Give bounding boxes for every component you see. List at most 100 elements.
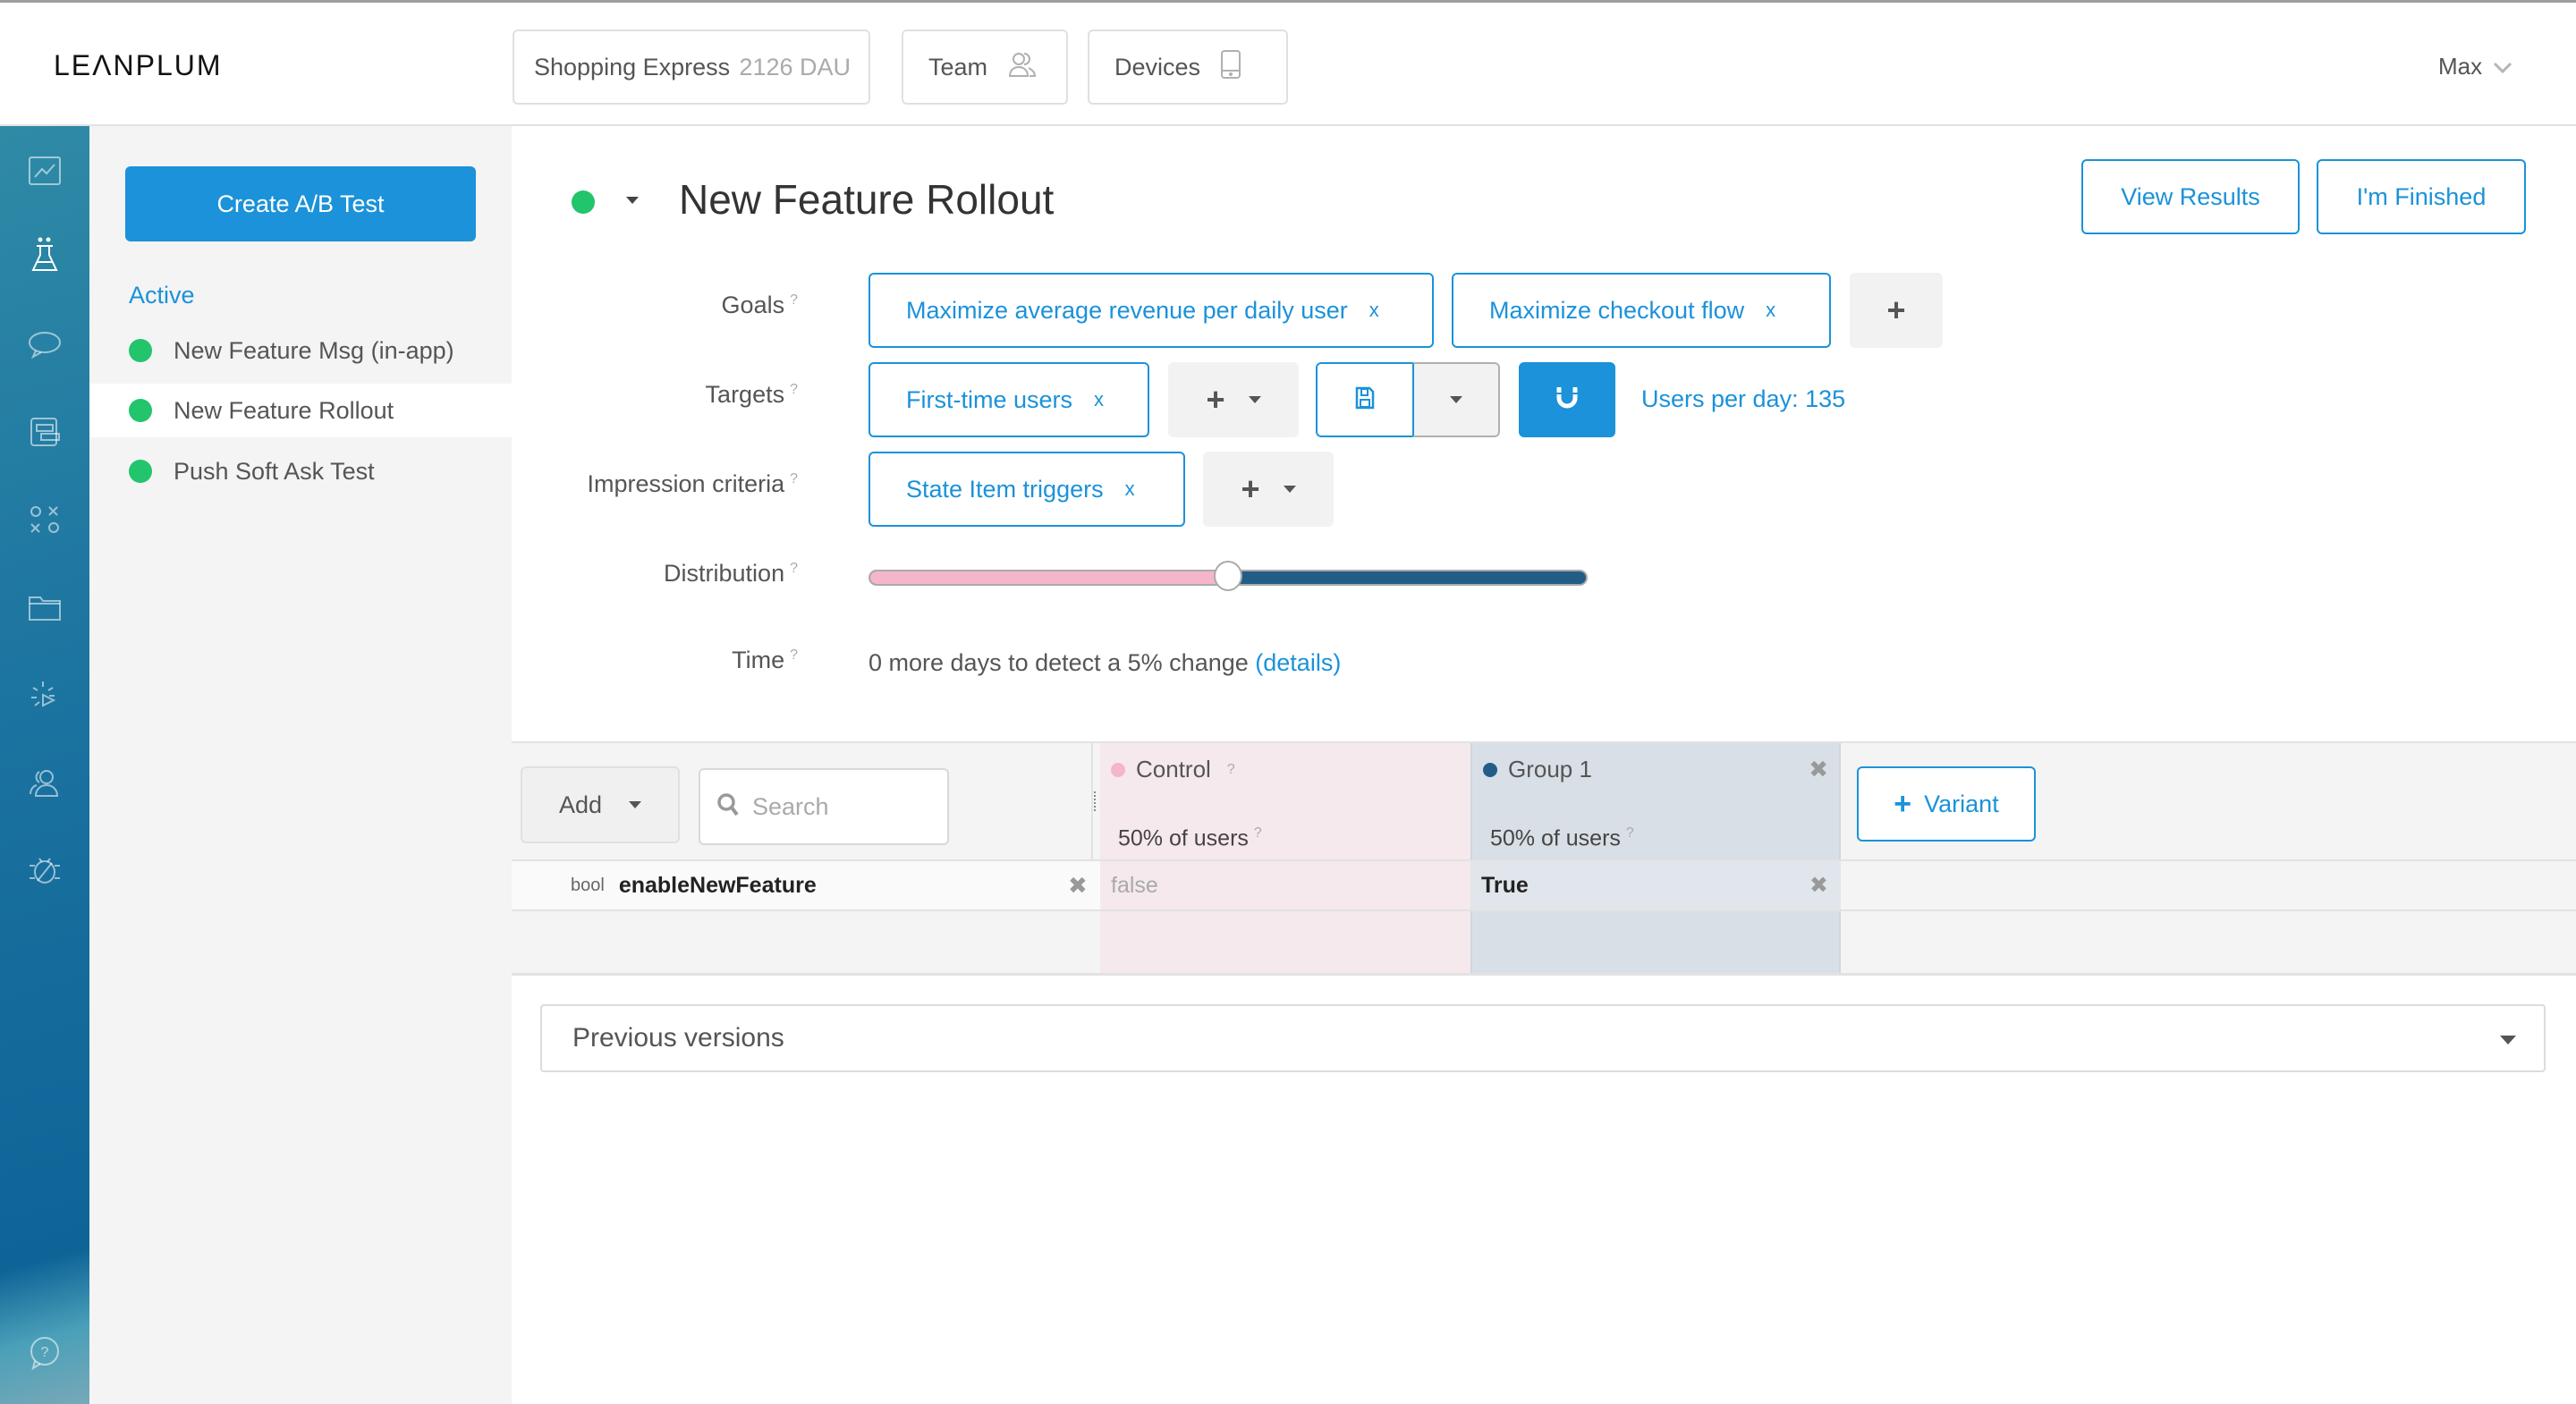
click-trigger-icon[interactable] bbox=[27, 677, 63, 713]
page-title[interactable]: New Feature Rollout bbox=[679, 175, 1054, 224]
remove-impression-icon[interactable]: x bbox=[1125, 478, 1135, 501]
save-segment-dropdown[interactable] bbox=[1412, 362, 1500, 437]
app-selector[interactable]: Shopping Express 2126 DAU bbox=[513, 30, 870, 105]
variant-name: Control bbox=[1136, 756, 1211, 782]
help-icon[interactable]: ? bbox=[790, 471, 798, 486]
save-segment-split-button bbox=[1316, 362, 1500, 437]
reset-value-icon[interactable]: ✖ bbox=[1809, 872, 1828, 899]
test-item[interactable]: New Feature Msg (in-app) bbox=[89, 324, 512, 377]
variant-name: Group 1 bbox=[1508, 756, 1592, 782]
remove-goal-icon[interactable]: x bbox=[1766, 299, 1775, 322]
variant-column-group-1: Group 1 ✖ 50% of users? bbox=[1470, 743, 1841, 973]
goal-chip[interactable]: Maximize checkout flow x bbox=[1452, 273, 1831, 348]
users-icon[interactable] bbox=[27, 765, 63, 800]
target-chip[interactable]: First-time users x bbox=[869, 362, 1149, 437]
impression-criteria-label: Impression criteria? bbox=[588, 470, 798, 498]
table-row: bool enableNewFeature ✖ false True ✖ bbox=[512, 859, 2576, 911]
variable-type: bool bbox=[571, 875, 605, 895]
help-icon[interactable]: ? bbox=[1227, 762, 1235, 778]
targets-label: Targets? bbox=[706, 381, 798, 409]
status-dropdown-caret-icon[interactable] bbox=[626, 197, 639, 204]
save-segment-button[interactable] bbox=[1316, 362, 1412, 437]
add-variable-dropdown[interactable]: Add bbox=[521, 766, 680, 843]
add-goal-button[interactable]: + bbox=[1850, 273, 1943, 348]
leanplum-logo[interactable]: LEΛNPLUM bbox=[54, 49, 223, 82]
messaging-icon[interactable] bbox=[27, 326, 63, 362]
add-variant-label: Variant bbox=[1924, 790, 1999, 817]
previous-versions-dropdown[interactable]: Previous versions bbox=[540, 1004, 2546, 1072]
variant-header[interactable]: Control? bbox=[1111, 756, 1235, 783]
variable-name-cell: bool enableNewFeature bbox=[512, 861, 1100, 909]
plus-icon: + bbox=[1241, 470, 1260, 507]
control-value-cell[interactable]: false bbox=[1100, 861, 1470, 909]
search-input[interactable] bbox=[752, 792, 931, 821]
details-link[interactable]: (details) bbox=[1255, 649, 1341, 676]
svg-text:?: ? bbox=[41, 1345, 49, 1360]
help-icon[interactable]: ? bbox=[790, 561, 798, 576]
help-icon[interactable]: ? bbox=[790, 647, 798, 663]
status-dot bbox=[129, 460, 152, 483]
previous-versions-label: Previous versions bbox=[572, 1023, 784, 1053]
remove-goal-icon[interactable]: x bbox=[1369, 299, 1379, 322]
active-section-title[interactable]: Active bbox=[129, 282, 195, 309]
help-icon[interactable]: ? bbox=[1254, 825, 1262, 841]
distribution-slider[interactable] bbox=[869, 561, 1588, 591]
column-resize-handle[interactable] bbox=[1094, 791, 1096, 811]
test-item-selected[interactable]: New Feature Rollout bbox=[89, 384, 512, 437]
variable-search bbox=[699, 768, 949, 845]
variant-column-control: Control? 50% of users? bbox=[1100, 743, 1470, 973]
add-impression-dropdown[interactable]: + bbox=[1203, 452, 1334, 527]
user-menu[interactable]: Max bbox=[2438, 53, 2512, 80]
column-divider bbox=[1091, 743, 1093, 859]
goals-label-text: Goals bbox=[721, 292, 785, 318]
variables-icon[interactable] bbox=[27, 414, 63, 450]
help-icon[interactable]: ? bbox=[790, 382, 798, 397]
tic-tac-toe-icon[interactable] bbox=[27, 502, 63, 537]
time-estimate: 0 more days to detect a 5% change (detai… bbox=[869, 649, 1341, 677]
app-name: Shopping Express bbox=[534, 53, 731, 80]
variant-share-text: 50% of users bbox=[1118, 825, 1249, 851]
caret-down-icon bbox=[1248, 396, 1261, 403]
floppy-disk-icon bbox=[1354, 385, 1376, 415]
goal-chip[interactable]: Maximize average revenue per daily user … bbox=[869, 273, 1434, 348]
debug-bug-icon[interactable] bbox=[27, 852, 63, 888]
remove-variable-icon[interactable]: ✖ bbox=[1068, 872, 1088, 900]
slider-thumb[interactable] bbox=[1214, 561, 1242, 591]
variant-color-dot bbox=[1111, 762, 1125, 777]
time-estimate-text: 0 more days to detect a 5% change bbox=[869, 649, 1249, 676]
group-1-value-cell[interactable]: True ✖ bbox=[1470, 861, 1841, 909]
status-dot bbox=[129, 339, 152, 362]
devices-button[interactable]: Devices bbox=[1088, 30, 1288, 105]
time-label: Time? bbox=[732, 647, 798, 674]
team-label: Team bbox=[928, 53, 988, 80]
add-target-dropdown[interactable]: + bbox=[1168, 362, 1299, 437]
help-icon[interactable]: ? bbox=[1626, 825, 1634, 841]
view-results-button[interactable]: View Results bbox=[2081, 159, 2300, 234]
ab-test-flask-icon[interactable] bbox=[27, 237, 63, 273]
remove-variant-icon[interactable]: ✖ bbox=[1809, 756, 1828, 783]
search-icon bbox=[716, 792, 740, 822]
impression-chip[interactable]: State Item triggers x bbox=[869, 452, 1185, 527]
test-status-indicator[interactable] bbox=[572, 190, 595, 214]
test-item[interactable]: Push Soft Ask Test bbox=[89, 444, 512, 498]
help-chat-icon[interactable]: ? bbox=[27, 1335, 63, 1371]
targets-label-text: Targets bbox=[705, 381, 785, 408]
remove-target-icon[interactable]: x bbox=[1094, 388, 1104, 411]
top-header: LEΛNPLUM Shopping Express 2126 DAU Team … bbox=[0, 3, 2576, 126]
add-variant-button[interactable]: + Variant bbox=[1857, 766, 2036, 842]
plus-icon: + bbox=[1886, 292, 1906, 328]
device-icon bbox=[1220, 49, 1241, 86]
team-button[interactable]: Team bbox=[902, 30, 1068, 105]
variable-name[interactable]: enableNewFeature bbox=[619, 873, 817, 899]
control-value: false bbox=[1111, 872, 1158, 898]
distribution-label: Distribution? bbox=[664, 560, 798, 588]
plus-icon: + bbox=[1894, 786, 1912, 821]
folder-icon[interactable] bbox=[27, 589, 63, 625]
audience-magnet-button[interactable] bbox=[1519, 362, 1615, 437]
variant-header[interactable]: Group 1 bbox=[1483, 756, 1592, 783]
caret-down-icon bbox=[1283, 486, 1296, 493]
analytics-icon[interactable] bbox=[27, 153, 63, 189]
im-finished-button[interactable]: I'm Finished bbox=[2317, 159, 2526, 234]
help-icon[interactable]: ? bbox=[790, 292, 798, 308]
create-ab-test-button[interactable]: Create A/B Test bbox=[125, 166, 476, 241]
